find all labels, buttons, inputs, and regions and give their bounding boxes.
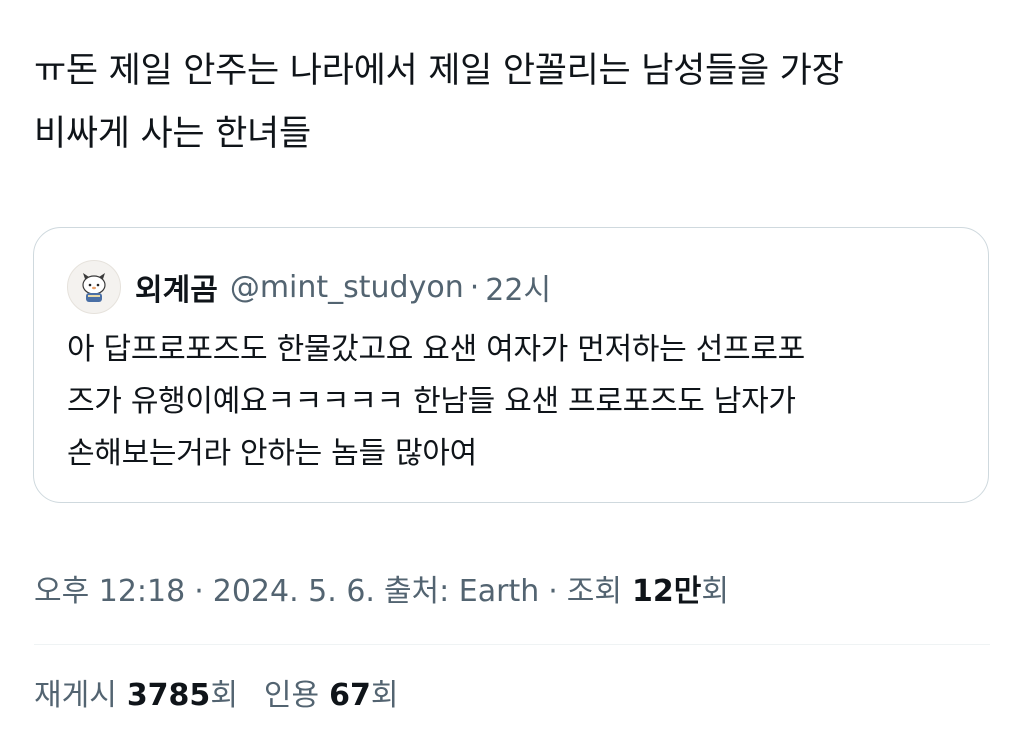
quoted-tweet-card[interactable]: 외계곰 @mint_studyon · 22시 아 답프로포즈도 한물갔고요 요… <box>33 227 989 503</box>
tweet-text: ㅠ돈 제일 안주는 나라에서 제일 안꼴리는 남성들을 가장 비싸게 사는 한녀… <box>34 51 844 154</box>
retweets-stat[interactable]: 재게시 3785 회 <box>34 670 238 714</box>
meta-separator-2: · <box>548 574 558 609</box>
tweet-source: 출처: Earth <box>383 574 540 609</box>
header-separator: · <box>469 269 480 305</box>
quoted-tweet-header: 외계곰 @mint_studyon · 22시 <box>67 258 551 316</box>
quotes-unit: 회 <box>370 678 399 713</box>
engagement-stats: 재게시 3785 회 인용 67 회 <box>34 670 398 714</box>
meta-separator: · <box>194 574 204 609</box>
tweet-time[interactable]: 오후 12:18 <box>34 566 185 610</box>
tweet-date[interactable]: 2024. 5. 6. <box>213 574 375 609</box>
avatar[interactable] <box>67 260 121 314</box>
divider <box>34 644 990 645</box>
retweets-label: 재게시 <box>34 678 117 713</box>
views-count: 12만 <box>632 574 702 609</box>
quotes-stat[interactable]: 인용 67 회 <box>264 670 399 714</box>
quoted-tweet-time[interactable]: 22시 <box>485 265 551 309</box>
quotes-label: 인용 <box>263 678 320 713</box>
quoted-author-name[interactable]: 외계곰 <box>135 265 218 309</box>
retweets-count: 3785 <box>126 678 211 713</box>
character-avatar-icon <box>82 273 106 302</box>
views-unit: 회 <box>701 574 729 609</box>
quoted-tweet-text: 아 답프로포즈도 한물갔고요 요샌 여자가 먼저하는 선프로포 즈가 유행이예요… <box>67 332 805 471</box>
views-label: 조회 <box>566 574 622 609</box>
quoted-author-handle[interactable]: @mint_studyon <box>230 270 464 305</box>
retweets-unit: 회 <box>210 678 238 713</box>
quotes-count: 67 <box>329 678 371 713</box>
tweet-meta: 오후 12:18 · 2024. 5. 6. 출처: Earth · 조회 12… <box>34 566 729 610</box>
